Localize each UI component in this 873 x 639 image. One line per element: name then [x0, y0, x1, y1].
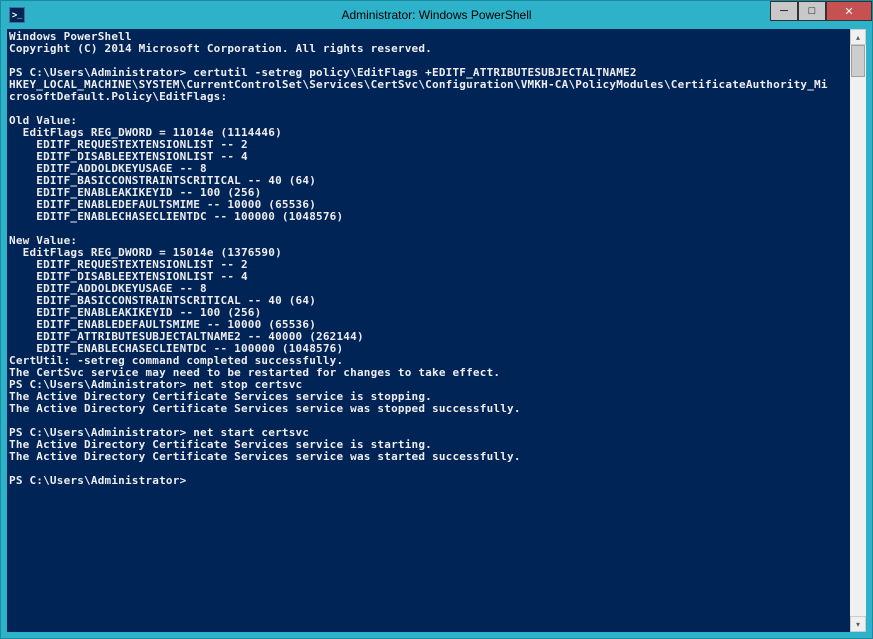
- console-area: Windows PowerShell Copyright (C) 2014 Mi…: [7, 29, 866, 632]
- vertical-scrollbar[interactable]: ▴ ▾: [850, 29, 866, 632]
- scroll-thumb[interactable]: [851, 45, 865, 77]
- terminal-output[interactable]: Windows PowerShell Copyright (C) 2014 Mi…: [7, 29, 850, 632]
- powershell-icon: >_: [9, 7, 25, 23]
- close-button[interactable]: ✕: [826, 1, 872, 21]
- titlebar[interactable]: >_ Administrator: Windows PowerShell ─ □…: [1, 1, 872, 29]
- maximize-button[interactable]: □: [798, 1, 826, 21]
- scroll-down-button[interactable]: ▾: [850, 616, 866, 632]
- scroll-track[interactable]: [850, 45, 866, 616]
- powershell-window: >_ Administrator: Windows PowerShell ─ □…: [0, 0, 873, 639]
- minimize-button[interactable]: ─: [770, 1, 798, 21]
- scroll-up-button[interactable]: ▴: [850, 29, 866, 45]
- window-controls: ─ □ ✕: [770, 1, 872, 21]
- window-title: Administrator: Windows PowerShell: [1, 8, 872, 22]
